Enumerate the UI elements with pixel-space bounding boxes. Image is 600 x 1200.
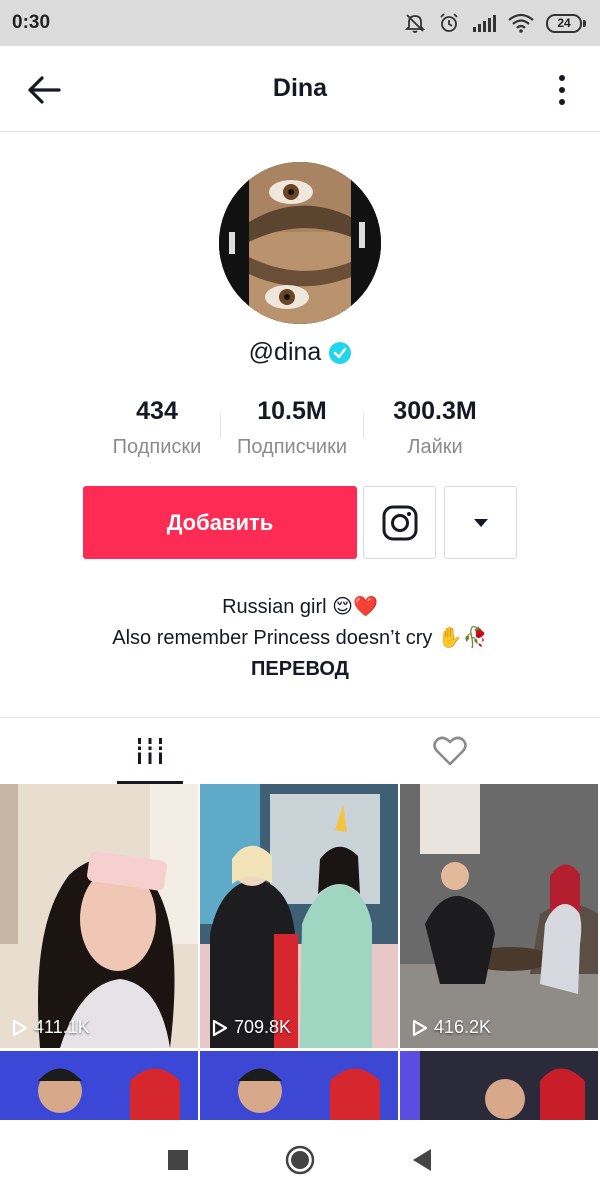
username-row: @dina	[0, 338, 600, 367]
stat-likes[interactable]: 300.3M Лайки	[364, 396, 506, 459]
view-count: 416.2K	[412, 1017, 491, 1038]
video-thumbnail-image	[400, 784, 598, 1048]
page-title: Dina	[272, 74, 328, 102]
video-grid: 411.1K 709.8K 416.2K	[0, 784, 600, 1120]
avatar-image	[219, 162, 381, 324]
back-triangle-icon[interactable]	[411, 1148, 433, 1172]
stat-following-label: Подписки	[112, 436, 202, 458]
avatar[interactable]	[219, 162, 381, 324]
recent-apps-icon[interactable]	[167, 1149, 189, 1171]
profile-stats: 434 Подписки 10.5M Подписчики 300.3M Лай…	[0, 396, 600, 459]
heart-icon	[433, 736, 467, 766]
battery-indicator: 24	[546, 13, 586, 33]
caret-down-icon	[473, 518, 488, 527]
username: @dina	[248, 338, 322, 366]
play-outline-icon	[12, 1019, 28, 1036]
video-grid-icon	[136, 738, 164, 764]
profile-tabs	[0, 717, 600, 784]
view-count: 411.1K	[12, 1017, 90, 1038]
profile-bio: Russian girl 😌❤️ Also remember Princess …	[0, 592, 600, 685]
video-thumbnail-image	[0, 1051, 198, 1120]
more-options-button[interactable]	[548, 70, 576, 110]
more-dot-icon	[559, 75, 565, 81]
stat-likes-value: 300.3M	[393, 397, 477, 425]
video-thumbnail[interactable]: 416.2K	[400, 784, 598, 1048]
home-icon[interactable]	[285, 1145, 315, 1175]
play-outline-icon	[412, 1019, 428, 1036]
muted-bell-icon	[404, 14, 426, 33]
follow-button[interactable]: Добавить	[83, 486, 357, 559]
play-outline-icon	[212, 1019, 228, 1036]
translate-link[interactable]: ПЕРЕВОД	[0, 654, 600, 685]
view-count-text: 709.8K	[234, 1017, 292, 1037]
suggested-accounts-button[interactable]	[444, 486, 517, 559]
view-count-text: 411.1K	[34, 1017, 90, 1037]
video-thumbnail-image	[400, 1051, 598, 1120]
stat-followers-value: 10.5M	[257, 397, 327, 425]
more-dot-icon	[559, 99, 565, 105]
stat-likes-label: Лайки	[407, 436, 463, 458]
video-thumbnail[interactable]: 709.8K	[200, 784, 398, 1048]
battery-level: 24	[546, 13, 582, 33]
view-count: 709.8K	[212, 1017, 291, 1038]
status-bar: 0:30 24	[0, 0, 600, 46]
video-thumbnail[interactable]: 411.1K	[0, 784, 198, 1048]
alarm-icon	[440, 13, 458, 32]
signal-icon	[473, 15, 496, 32]
stat-followers[interactable]: 10.5M Подписчики	[221, 396, 363, 459]
video-thumbnail[interactable]	[0, 1051, 198, 1120]
status-icons: 24	[404, 12, 586, 34]
video-thumbnail-image	[0, 784, 198, 1048]
instagram-button[interactable]	[363, 486, 436, 559]
system-nav-bar	[0, 1120, 600, 1200]
status-time: 0:30	[12, 12, 51, 33]
stat-followers-label: Подписчики	[236, 436, 348, 458]
video-thumbnail[interactable]	[200, 1051, 398, 1120]
view-count-text: 416.2K	[434, 1017, 492, 1037]
verified-badge-icon	[329, 341, 352, 364]
bio-line: Russian girl 😌❤️	[222, 596, 378, 618]
more-dot-icon	[559, 87, 565, 93]
bio-line: Also remember Princess doesn’t cry ✋🥀	[112, 627, 488, 649]
video-thumbnail[interactable]	[400, 1051, 598, 1120]
stat-following[interactable]: 434 Подписки	[94, 396, 220, 459]
instagram-icon	[382, 505, 417, 540]
video-thumbnail-image	[200, 1051, 398, 1120]
tab-videos[interactable]	[0, 718, 300, 784]
video-thumbnail-image	[200, 784, 398, 1048]
wifi-icon	[508, 13, 534, 33]
profile-header: Dina	[0, 46, 600, 132]
tab-liked[interactable]	[300, 718, 600, 784]
stat-following-value: 434	[136, 397, 178, 425]
